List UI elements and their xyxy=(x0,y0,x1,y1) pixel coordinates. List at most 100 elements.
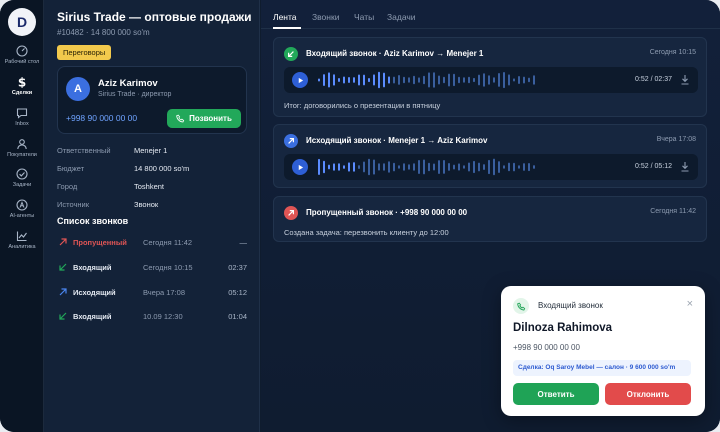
feed-item-title: Исходящий звонок · Menejer 1 → Aziz Kari… xyxy=(306,136,488,145)
chat-icon xyxy=(16,108,28,119)
call-list-item[interactable]: Входящий 10.09 12:30 01:04 xyxy=(57,310,247,326)
sidebar-item-inbox[interactable]: Inbox xyxy=(0,107,44,139)
call-button[interactable]: Позвонить xyxy=(167,109,241,128)
crm-window: D Рабочий стол $ Сделки Inbox Покупатели… xyxy=(0,0,720,432)
answer-button[interactable]: Ответить xyxy=(513,383,599,405)
sidebar-item-label: AI-агенты xyxy=(9,213,35,219)
info-key: Источник xyxy=(57,200,90,209)
caller-phone: +998 90 000 00 00 xyxy=(513,343,580,352)
phone-icon xyxy=(176,114,185,123)
call-type: Входящий xyxy=(73,263,112,272)
call-duration: 02:37 xyxy=(228,263,247,272)
info-value[interactable]: Menejer 1 xyxy=(134,146,167,155)
dollar-icon: $ xyxy=(18,76,26,88)
sidebar-item-dashboard[interactable]: Рабочий стол xyxy=(0,45,44,77)
info-value[interactable]: Звонок xyxy=(134,200,158,209)
active-tab-indicator xyxy=(273,27,301,29)
deal-subtitle: #10482 · 14 800 000 so'm xyxy=(57,28,150,37)
download-icon[interactable] xyxy=(680,74,690,85)
decline-button[interactable]: Отклонить xyxy=(605,383,691,405)
deal-title: Sirius Trade — оптовые продажи xyxy=(57,10,252,24)
feed-item-incoming-call: Входящий звонок · Aziz Karimov → Menejer… xyxy=(273,37,707,117)
missed-call-icon xyxy=(284,206,298,220)
call-type: Входящий xyxy=(73,312,112,321)
call-type: Пропущенный xyxy=(73,238,127,247)
dashboard-icon xyxy=(16,45,28,57)
incoming-arrow-icon xyxy=(59,263,67,271)
playback-time: 0:52 / 02:37 xyxy=(635,76,672,83)
play-button[interactable] xyxy=(292,72,308,88)
close-icon[interactable]: × xyxy=(687,298,693,310)
tab-divider xyxy=(261,28,720,29)
contact-phone[interactable]: +998 90 000 00 00 xyxy=(66,113,137,123)
svg-text:$: $ xyxy=(18,76,26,88)
sidebar-item-label: Inbox xyxy=(15,121,29,127)
info-row-city: Город Toshkent xyxy=(57,182,247,194)
call-button-label: Позвонить xyxy=(189,114,232,123)
play-icon xyxy=(298,164,303,170)
task-note: Создана задача: перезвонить клиенту до 1… xyxy=(284,228,449,237)
call-type: Исходящий xyxy=(73,288,116,297)
feed-item-title: Входящий звонок · Aziz Karimov → Menejer… xyxy=(306,49,484,58)
feed-item-time: Сегодня 11:42 xyxy=(650,208,696,215)
sidebar-item-label: Аналитика xyxy=(8,244,36,250)
phone-icon xyxy=(513,298,529,314)
sidebar-item-label: Задачи xyxy=(12,182,32,188)
outgoing-arrow-icon xyxy=(59,288,67,296)
call-duration: — xyxy=(239,238,248,247)
play-icon xyxy=(298,77,303,83)
sidebar-item-tasks[interactable]: Задачи xyxy=(0,168,44,200)
audio-waveform[interactable] xyxy=(318,157,538,177)
call-list-item[interactable]: Пропущенный Сегодня 11:42 — xyxy=(57,236,247,252)
feed-item-missed-call: Пропущенный звонок · +998 90 000 00 00 С… xyxy=(273,196,707,242)
call-list-heading: Список звонков xyxy=(57,216,129,226)
sidebar: D Рабочий стол $ Сделки Inbox Покупатели… xyxy=(0,0,44,432)
tab-tasks[interactable]: Задачи xyxy=(387,12,416,22)
call-list-item[interactable]: Входящий Сегодня 10:15 02:37 xyxy=(57,261,247,277)
caller-name: Dilnoza Rahimova xyxy=(513,322,613,334)
user-icon xyxy=(17,139,27,150)
sidebar-item-ai-agents[interactable]: AI-агенты xyxy=(0,199,44,231)
tab-feed[interactable]: Лента xyxy=(273,12,297,22)
call-duration: 05:12 xyxy=(228,288,247,297)
info-key: Город xyxy=(57,182,78,191)
sidebar-item-label: Сделки xyxy=(11,90,33,96)
playback-time: 0:52 / 05:12 xyxy=(635,163,672,170)
incoming-call-icon xyxy=(284,47,298,61)
info-value[interactable]: Toshkent xyxy=(134,182,164,191)
tab-calls[interactable]: Звонки xyxy=(312,12,339,22)
avatar: A xyxy=(66,77,90,101)
incoming-call-popup: Входящий звонок × Dilnoza Rahimova +998 … xyxy=(501,286,705,416)
info-row-source: Источник Звонок xyxy=(57,200,247,212)
call-duration: 01:04 xyxy=(228,312,247,321)
info-value[interactable]: 14 800 000 so'm xyxy=(134,164,189,173)
call-time: 10.09 12:30 xyxy=(143,312,183,321)
feed-item-time: Вчера 17:08 xyxy=(656,136,696,143)
sidebar-item-deals[interactable]: $ Сделки xyxy=(0,76,44,108)
linked-deal-link[interactable]: Сделка: Oq Saroy Mebel — салон · 9 600 0… xyxy=(513,360,691,376)
call-time: Сегодня 11:42 xyxy=(143,238,193,247)
missed-call-arrow-icon xyxy=(59,238,67,246)
call-summary: Итог: договорились о презентации в пятни… xyxy=(284,101,441,110)
sidebar-item-analytics[interactable]: Аналитика xyxy=(0,230,44,262)
popup-title: Входящий звонок xyxy=(538,301,603,310)
download-icon[interactable] xyxy=(680,161,690,172)
contact-name[interactable]: Aziz Karimov xyxy=(98,78,158,89)
feed-item-title: Пропущенный звонок · +998 90 000 00 00 xyxy=(306,208,468,217)
audio-player: 0:52 / 02:37 xyxy=(284,67,698,93)
stage-badge[interactable]: Переговоры xyxy=(57,45,112,60)
outgoing-call-icon xyxy=(284,134,298,148)
tab-chats[interactable]: Чаты xyxy=(354,12,374,22)
contact-card: A Aziz Karimov Sirius Trade · директор +… xyxy=(57,66,247,134)
call-list-item[interactable]: Исходящий Вчера 17:08 05:12 xyxy=(57,286,247,302)
sidebar-item-label: Покупатели xyxy=(7,152,37,158)
check-circle-icon xyxy=(16,168,28,180)
app-logo[interactable]: D xyxy=(8,8,36,36)
sidebar-item-customers[interactable]: Покупатели xyxy=(0,138,44,170)
ai-agent-icon xyxy=(16,199,28,211)
chart-icon xyxy=(16,231,27,242)
sidebar-item-label: Рабочий стол xyxy=(4,59,40,65)
audio-waveform[interactable] xyxy=(318,70,538,90)
info-key: Ответственный xyxy=(57,146,111,155)
play-button[interactable] xyxy=(292,159,308,175)
